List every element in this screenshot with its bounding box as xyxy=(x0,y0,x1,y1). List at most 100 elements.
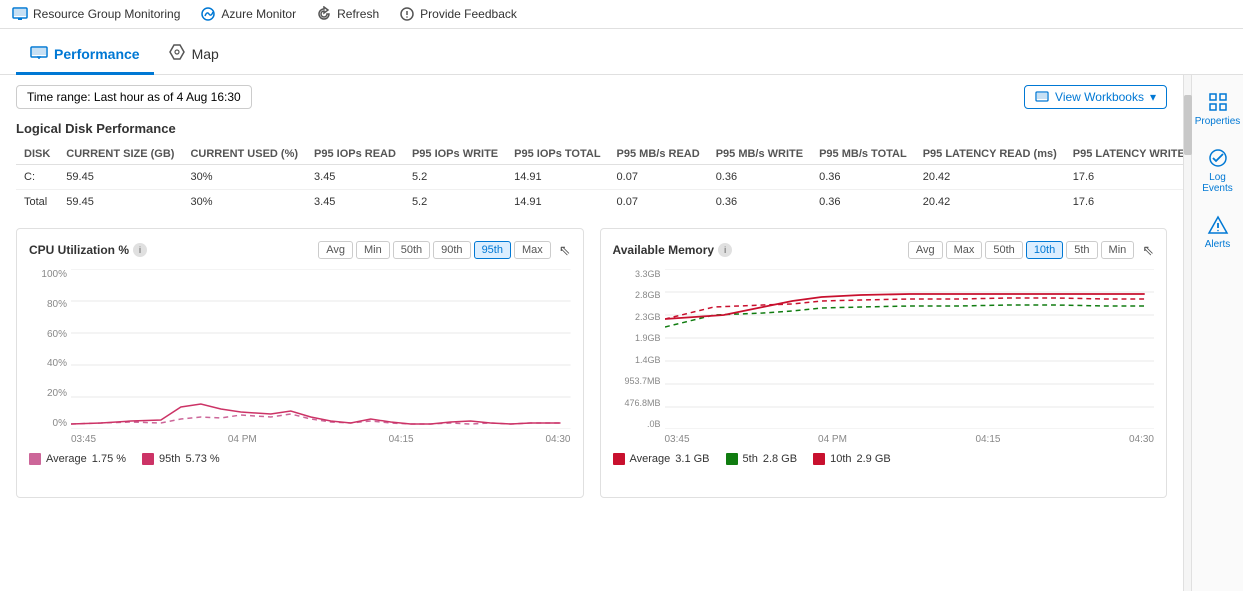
cpu-legend-95th-label: 95th xyxy=(159,453,180,465)
memory-chart-card: Available Memory i Avg Max 50th 10th 5th… xyxy=(600,228,1168,498)
sidebar-log-events[interactable]: Log Events xyxy=(1194,139,1242,202)
sidebar-properties[interactable]: Properties xyxy=(1194,83,1242,135)
mem-btn-min[interactable]: Min xyxy=(1101,241,1135,259)
feedback-icon xyxy=(399,6,415,22)
cpu-chart-title: CPU Utilization % xyxy=(29,243,129,257)
cpu-legend: Average 1.75 % 95th 5.73 % xyxy=(29,453,571,465)
scroll-thumb[interactable] xyxy=(1184,95,1192,155)
cpu-legend-95th: 95th 5.73 % xyxy=(142,453,220,465)
charts-row: CPU Utilization % i Avg Min 50th 90th 95… xyxy=(16,228,1167,498)
nav-resource-group-label: Resource Group Monitoring xyxy=(33,7,180,21)
disk-section-title: Logical Disk Performance xyxy=(16,121,1167,136)
cpu-btn-max[interactable]: Max xyxy=(514,241,551,259)
main-content: Time range: Last hour as of 4 Aug 16:30 … xyxy=(0,75,1243,591)
tab-performance-label: Performance xyxy=(54,46,140,62)
toolbar: Time range: Last hour as of 4 Aug 16:30 … xyxy=(16,85,1167,109)
table-cell: 59.45 xyxy=(58,190,182,215)
table-cell: C: xyxy=(16,165,58,190)
cpu-legend-avg-label: Average xyxy=(46,453,87,465)
mem-legend-10th-color xyxy=(813,453,825,465)
table-cell: 5.2 xyxy=(404,190,506,215)
cpu-legend-avg: Average 1.75 % xyxy=(29,453,126,465)
properties-icon xyxy=(1207,91,1229,113)
nav-azure-monitor[interactable]: Azure Monitor xyxy=(200,6,296,22)
mem-btn-10th[interactable]: 10th xyxy=(1026,241,1063,259)
col-iops-read: P95 IOPs READ xyxy=(306,144,404,165)
cpu-pin-icon[interactable]: ⇖ xyxy=(559,242,571,259)
table-cell: 14.91 xyxy=(506,190,608,215)
disk-table-body: C:59.4530%3.455.214.910.070.360.3620.421… xyxy=(16,165,1183,215)
mem-btn-max[interactable]: Max xyxy=(946,241,983,259)
view-workbooks-button[interactable]: View Workbooks ▾ xyxy=(1024,85,1167,109)
properties-label: Properties xyxy=(1195,116,1241,127)
mem-btn-avg[interactable]: Avg xyxy=(908,241,943,259)
memory-legend: Average 3.1 GB 5th 2.8 GB 10th 2.9 GB xyxy=(613,453,1155,465)
monitor-icon xyxy=(12,6,28,22)
tab-performance[interactable]: Performance xyxy=(16,35,154,75)
cpu-btn-min[interactable]: Min xyxy=(356,241,390,259)
top-nav: Resource Group Monitoring Azure Monitor … xyxy=(0,0,1243,29)
mem-btn-50th[interactable]: 50th xyxy=(985,241,1022,259)
cpu-btn-avg[interactable]: Avg xyxy=(318,241,353,259)
memory-chart-header: Available Memory i Avg Max 50th 10th 5th… xyxy=(613,241,1155,259)
memory-x-axis: 03:45 04 PM 04:15 04:30 xyxy=(613,434,1155,445)
nav-feedback[interactable]: Provide Feedback xyxy=(399,6,517,22)
cpu-chart-controls: Avg Min 50th 90th 95th Max ⇖ xyxy=(318,241,570,259)
table-cell: 0.07 xyxy=(609,190,708,215)
content-area: Time range: Last hour as of 4 Aug 16:30 … xyxy=(0,75,1183,591)
col-iops-total: P95 IOPs TOTAL xyxy=(506,144,608,165)
cpu-btn-95th[interactable]: 95th xyxy=(474,241,511,259)
table-cell: 5.2 xyxy=(404,165,506,190)
cpu-chart-title-area: CPU Utilization % i xyxy=(29,243,147,257)
table-row: C:59.4530%3.455.214.910.070.360.3620.421… xyxy=(16,165,1183,190)
cpu-chart-area: 100% 80% 60% 40% 20% 0% xyxy=(29,269,571,432)
memory-info-icon[interactable]: i xyxy=(718,243,732,257)
sidebar-alerts[interactable]: Alerts xyxy=(1194,206,1242,258)
time-range-button[interactable]: Time range: Last hour as of 4 Aug 16:30 xyxy=(16,85,252,109)
col-mb-total: P95 MB/s TOTAL xyxy=(811,144,915,165)
map-tab-icon xyxy=(168,43,186,64)
cpu-chart-plot xyxy=(71,269,571,432)
cpu-info-icon[interactable]: i xyxy=(133,243,147,257)
nav-refresh[interactable]: Refresh xyxy=(316,6,379,22)
tabs-container: Performance Map xyxy=(0,29,1243,75)
refresh-icon xyxy=(316,6,332,22)
cpu-btn-50th[interactable]: 50th xyxy=(393,241,430,259)
mem-legend-10th-value: 2.9 GB xyxy=(857,453,891,465)
mem-legend-10th-label: 10th xyxy=(830,453,851,465)
table-cell: 30% xyxy=(182,165,306,190)
table-cell: 20.42 xyxy=(915,190,1065,215)
tab-map[interactable]: Map xyxy=(154,35,233,75)
memory-chart-title-area: Available Memory i xyxy=(613,243,733,257)
cpu-btn-90th[interactable]: 90th xyxy=(433,241,470,259)
log-events-icon xyxy=(1207,147,1229,169)
table-cell: 20.42 xyxy=(915,165,1065,190)
nav-resource-group[interactable]: Resource Group Monitoring xyxy=(12,6,180,22)
mem-legend-5th-value: 2.8 GB xyxy=(763,453,797,465)
memory-pin-icon[interactable]: ⇖ xyxy=(1142,242,1154,259)
azure-monitor-icon xyxy=(200,6,216,22)
cpu-svg xyxy=(71,269,571,429)
memory-svg xyxy=(665,269,1155,429)
cpu-chart-card: CPU Utilization % i Avg Min 50th 90th 95… xyxy=(16,228,584,498)
memory-y-axis: 3.3GB 2.8GB 2.3GB 1.9GB 1.4GB 953.7MB 47… xyxy=(613,269,665,429)
mem-legend-5th-color xyxy=(726,453,738,465)
workbooks-chevron-icon: ▾ xyxy=(1150,90,1156,104)
scroll-track[interactable] xyxy=(1183,75,1191,591)
alerts-label: Alerts xyxy=(1205,239,1231,250)
alerts-icon xyxy=(1207,214,1229,236)
cpu-legend-avg-value: 1.75 % xyxy=(92,453,126,465)
table-cell: 0.36 xyxy=(708,165,811,190)
view-workbooks-label: View Workbooks xyxy=(1055,90,1144,104)
table-row: Total59.4530%3.455.214.910.070.360.3620.… xyxy=(16,190,1183,215)
log-events-label: Log Events xyxy=(1198,172,1238,194)
mem-btn-5th[interactable]: 5th xyxy=(1066,241,1097,259)
col-lat-read: P95 LATENCY READ (ms) xyxy=(915,144,1065,165)
memory-chart-title: Available Memory xyxy=(613,243,715,257)
col-lat-write: P95 LATENCY WRITE (ms) xyxy=(1065,144,1183,165)
memory-chart-buttons: Avg Max 50th 10th 5th Min xyxy=(908,241,1134,259)
nav-refresh-label: Refresh xyxy=(337,7,379,21)
right-sidebar: Properties Log Events Alerts xyxy=(1191,75,1243,591)
col-used: CURRENT USED (%) xyxy=(182,144,306,165)
tab-map-label: Map xyxy=(192,46,219,62)
